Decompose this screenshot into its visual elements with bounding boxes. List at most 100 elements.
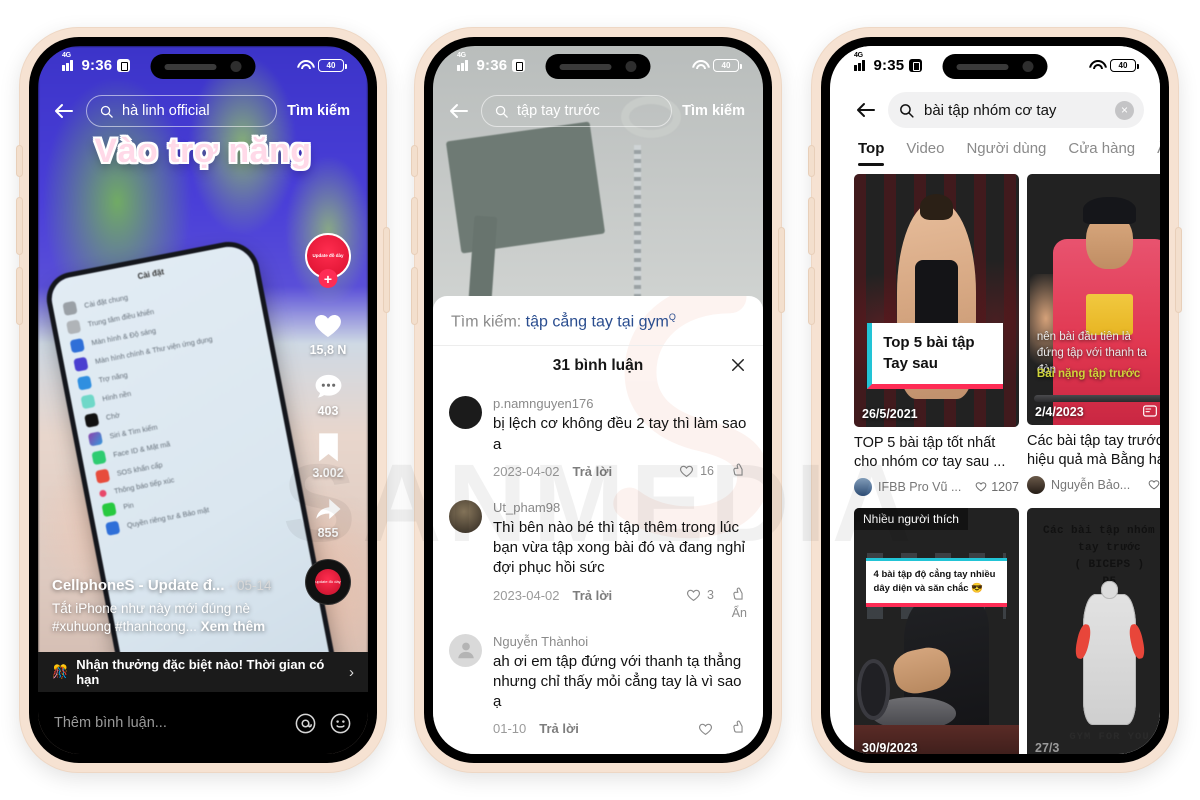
settings-row-label: Hình nền [101, 389, 132, 404]
results-grid: Top 5 bài tập Tay sau 26/5/2021 TOP 5 bà… [844, 166, 1160, 754]
comment-author[interactable]: Ut_pham98 [493, 500, 747, 515]
follow-button[interactable]: + [318, 269, 338, 288]
search-input-2[interactable]: tập tay trước [481, 95, 673, 127]
reply-button[interactable]: Trả lời [573, 588, 613, 603]
video-author-row[interactable]: Nguyễn Bảo... 5994 [1027, 475, 1160, 494]
result-card[interactable]: Top 5 bài tập Tay sau 26/5/2021 TOP 5 bà… [854, 174, 1019, 496]
back-arrow-icon[interactable] [52, 99, 76, 123]
front-camera [625, 61, 637, 72]
video-title: TOP 5 bài tập tốt nhất cho nhóm cơ tay s… [854, 435, 1006, 470]
tab-shop[interactable]: Cửa hàng [1068, 140, 1135, 166]
mute-switch[interactable] [412, 146, 417, 176]
comment-like-button[interactable]: 3 [685, 587, 714, 603]
video-author-name: CellphoneS - Update đ... [52, 576, 225, 594]
phone-bezel-3: bài tập nhóm cơ tay × ••• Top Video Ngườ… [821, 37, 1169, 763]
volume-up-button[interactable] [809, 198, 814, 254]
search-input-1[interactable]: hà linh official [86, 95, 278, 127]
volume-down-button[interactable] [809, 268, 814, 324]
video-author-line[interactable]: CellphoneS - Update đ... · 05-14 [52, 577, 288, 594]
related-search-term[interactable]: tập cẳng tay tại gym [526, 313, 669, 330]
comment-author[interactable]: Nguyễn Thànhoi [493, 634, 747, 649]
like-count: 15,8 N [309, 343, 347, 357]
phone-mockup-1: Cài đặt Cài đặt chung Trung tâm điều khi… [17, 28, 389, 772]
power-button[interactable] [1176, 228, 1181, 312]
comment-author[interactable]: p.namnguyen176 [493, 396, 747, 411]
avatar [1027, 475, 1045, 494]
back-arrow-icon[interactable] [447, 99, 471, 123]
heart-outline-icon [975, 482, 987, 492]
comment-date: 01-10 [493, 721, 527, 737]
at-mention-icon[interactable] [294, 712, 317, 735]
speaker-slot [956, 63, 1009, 70]
volume-up-button[interactable] [17, 198, 22, 254]
video-hashtags[interactable]: #xuhuong #thanhcong... [52, 619, 197, 634]
music-disc[interactable]: update đồ dày [306, 560, 350, 604]
dislike-icon[interactable] [730, 720, 747, 737]
poster-line: tay trước [1077, 541, 1141, 554]
video-thumbnail[interactable]: nên bài đầu tiên là đứng tập với thanh t… [1027, 174, 1160, 425]
comment-button[interactable]: 403 [312, 371, 345, 418]
thumb-overlay-text: nên bài đầu tiên là đứng tập với thanh t… [1037, 329, 1160, 383]
search-submit-button[interactable]: Tìm kiếm [287, 103, 354, 119]
video-author-row[interactable]: IFBB Pro Vũ ... 1207 [854, 477, 1019, 496]
tab-top[interactable]: Top [858, 140, 885, 166]
tab-sounds[interactable]: Âm t [1157, 140, 1160, 166]
video-author-name: IFBB Pro Vũ ... [878, 479, 962, 494]
see-more-link[interactable]: Xem thêm [201, 619, 266, 634]
video-thumbnail[interactable]: Các bài tập nhóm cơ tay trước ( BICEPS )… [1027, 507, 1160, 754]
dislike-icon[interactable] [730, 587, 747, 604]
heart-outline-icon [687, 589, 701, 602]
power-button[interactable] [779, 228, 784, 312]
mute-switch[interactable] [809, 146, 814, 176]
mute-switch[interactable] [17, 146, 22, 176]
thumb-overlay-highlight: Bài nặng tập trước [1036, 367, 1141, 380]
tab-video[interactable]: Video [906, 140, 944, 166]
close-icon[interactable] [729, 356, 747, 374]
more-options-icon[interactable]: ••• [1154, 96, 1161, 125]
gym-rig [445, 121, 606, 254]
settings-icon-accessibility [76, 375, 92, 391]
volume-down-button[interactable] [17, 268, 22, 324]
video-thumbnail[interactable]: Nhiều người thích 4 bài tập độ cẳng tay … [854, 507, 1019, 754]
share-button[interactable]: 855 [312, 494, 344, 540]
comment-body: p.namnguyen176 bị lệch cơ không đều 2 ta… [493, 396, 747, 480]
comment-like-button[interactable]: 16 [678, 463, 714, 479]
promo-text: Nhận thưởng đặc biệt nào! Thời gian có h… [76, 657, 325, 687]
avatar[interactable] [449, 499, 482, 533]
dislike-icon[interactable] [730, 463, 747, 480]
comment-date: 2023-04-02 [493, 463, 560, 479]
back-arrow-icon[interactable] [854, 98, 878, 122]
video-thumbnail[interactable]: Top 5 bài tập Tay sau 26/5/2021 [854, 174, 1019, 427]
avatar[interactable] [449, 633, 482, 667]
clear-search-icon[interactable]: × [1114, 100, 1134, 120]
related-search-row[interactable]: Tìm kiếm: tập cẳng tay tại gymQ [433, 296, 763, 345]
bookmark-icon [318, 433, 338, 462]
poster-line: Các bài tập nhóm cơ [1042, 524, 1160, 537]
search-submit-button[interactable]: Tìm kiếm [682, 103, 749, 119]
result-card[interactable]: Các bài tập nhóm cơ tay trước ( BICEPS )… [1027, 507, 1160, 754]
heart-outline-icon[interactable] [697, 721, 714, 737]
thumb-bottom-icons [1142, 403, 1160, 419]
comment-input-bar-1[interactable]: Thêm bình luận... [38, 692, 368, 754]
promo-banner[interactable]: 🎊 Nhận thưởng đặc biệt nào! Thời gian có… [38, 652, 368, 692]
search-input-3[interactable]: bài tập nhóm cơ tay × [888, 92, 1144, 128]
like-button[interactable]: 15,8 N [309, 309, 347, 357]
reply-button[interactable]: Trả lời [539, 721, 579, 736]
avatar[interactable] [449, 396, 482, 430]
result-card[interactable]: Nhiều người thích 4 bài tập độ cẳng tay … [854, 507, 1019, 754]
volume-down-button[interactable] [412, 268, 417, 324]
author-avatar-wrap[interactable]: Update đồ dày + [305, 233, 351, 288]
comment-count-header: 31 bình luận [433, 345, 763, 386]
power-button[interactable] [384, 228, 389, 312]
captions-icon[interactable] [1142, 403, 1158, 419]
avatar [854, 477, 872, 496]
tab-users[interactable]: Người dùng [966, 140, 1046, 166]
emoji-picker-icon[interactable] [329, 712, 352, 735]
search-icon [100, 105, 113, 118]
comment-item: Nguyễn Thànhoi ah ơi em tập đứng với tha… [433, 608, 763, 742]
settings-icon-siri [87, 431, 103, 447]
result-card[interactable]: nên bài đầu tiên là đứng tập với thanh t… [1027, 174, 1160, 496]
bookmark-button[interactable]: 3.002 [312, 432, 344, 480]
reply-button[interactable]: Trả lời [573, 464, 613, 479]
volume-up-button[interactable] [412, 198, 417, 254]
